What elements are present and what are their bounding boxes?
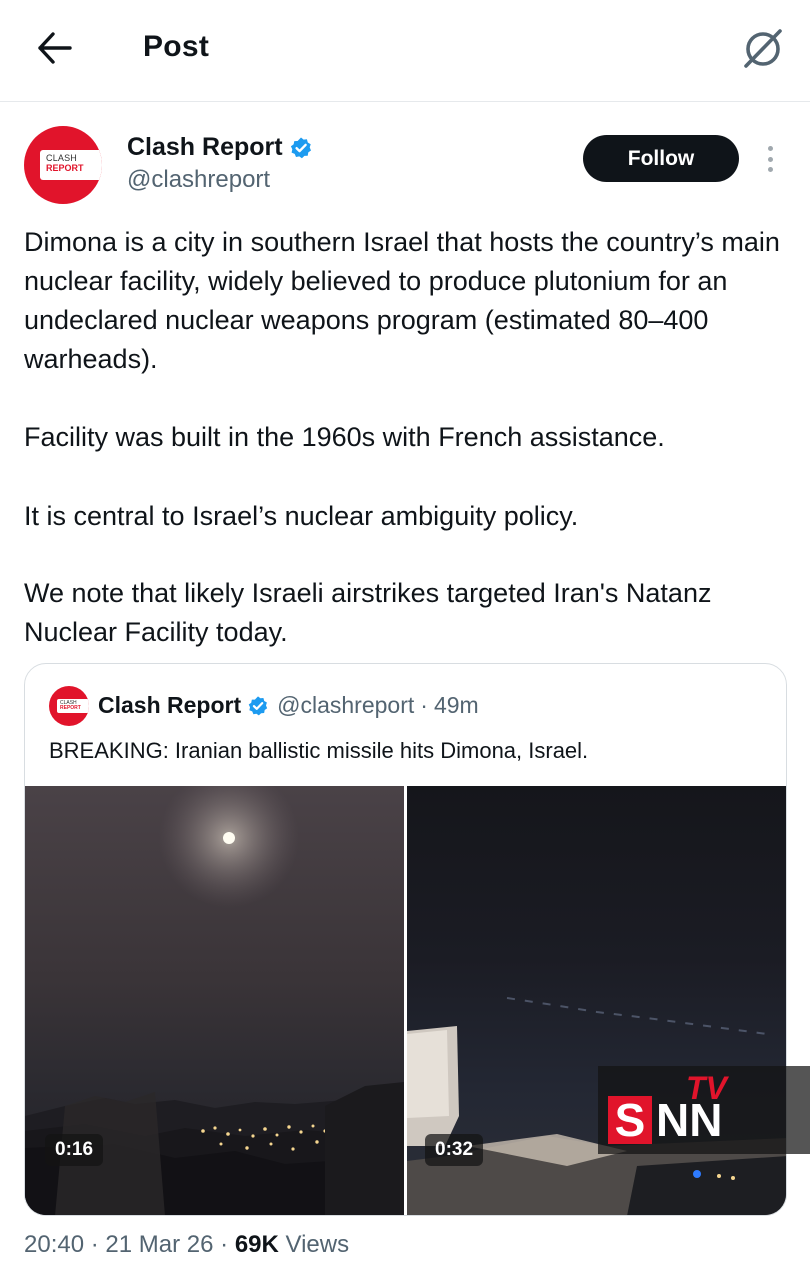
grok-icon xyxy=(744,29,782,68)
watermark-nn: NN xyxy=(656,1094,723,1146)
separator-dot: · xyxy=(220,1231,229,1258)
watermark-s: S xyxy=(608,1096,652,1144)
verified-badge-icon xyxy=(290,137,311,158)
author-handle[interactable]: @clashreport xyxy=(127,166,270,194)
quoted-post-time: 49m xyxy=(433,692,479,718)
post-paragraph: We note that likely Israeli airstrikes t… xyxy=(24,578,712,647)
author-name[interactable]: Clash Report xyxy=(127,133,313,162)
follow-button[interactable]: Follow xyxy=(583,135,739,182)
more-dot xyxy=(767,146,773,151)
post-paragraph: Dimona is a city in southern Israel that… xyxy=(24,227,780,374)
quoted-post-text: BREAKING: Iranian ballistic missile hits… xyxy=(49,738,589,763)
post-paragraph: It is central to Israel’s nuclear ambigu… xyxy=(24,501,579,531)
author-name-text: Clash Report xyxy=(127,133,283,161)
more-dot xyxy=(767,156,773,162)
verified-badge-icon xyxy=(248,695,268,715)
post-meta: 20:40 · 21 Mar 26 · 69K Views xyxy=(24,1231,349,1259)
more-dot xyxy=(767,167,773,172)
arrow-left-icon xyxy=(38,32,72,64)
snn-tv-watermark: TV S NN xyxy=(598,1066,810,1154)
quoted-author-handle: @clashreport xyxy=(277,692,415,718)
author-avatar[interactable]: CLASH REPORT xyxy=(24,126,102,204)
avatar-logo: CLASH REPORT xyxy=(40,150,102,180)
grok-button[interactable] xyxy=(738,24,788,72)
avatar-logo-bottom: REPORT xyxy=(60,705,81,711)
post-time: 20:40 xyxy=(24,1231,85,1258)
more-options-button[interactable] xyxy=(758,142,782,176)
video-duration-badge: 0:32 xyxy=(425,1134,484,1166)
quoted-author-name: Clash Report xyxy=(98,692,242,718)
quoted-author-avatar: CLASH REPORT xyxy=(49,686,89,726)
post-date: 21 Mar 26 xyxy=(105,1231,214,1258)
avatar-logo-bottom: REPORT xyxy=(46,163,84,173)
quoted-post-header: Clash Report @clashreport · 49m xyxy=(98,692,479,719)
avatar-logo-top: CLASH xyxy=(46,153,78,163)
back-button[interactable] xyxy=(32,28,78,68)
video-duration-badge: 0:16 xyxy=(45,1134,104,1166)
top-bar: Post xyxy=(0,0,810,102)
avatar-logo: CLASH REPORT xyxy=(57,699,89,713)
separator-dot: · xyxy=(420,692,428,718)
views-label: Views xyxy=(285,1231,350,1258)
views-count[interactable]: 69K xyxy=(235,1231,279,1258)
separator-dot: · xyxy=(90,1231,99,1258)
page-title: Post xyxy=(143,30,210,63)
post-paragraph: Facility was built in the 1960s with Fre… xyxy=(24,422,665,452)
